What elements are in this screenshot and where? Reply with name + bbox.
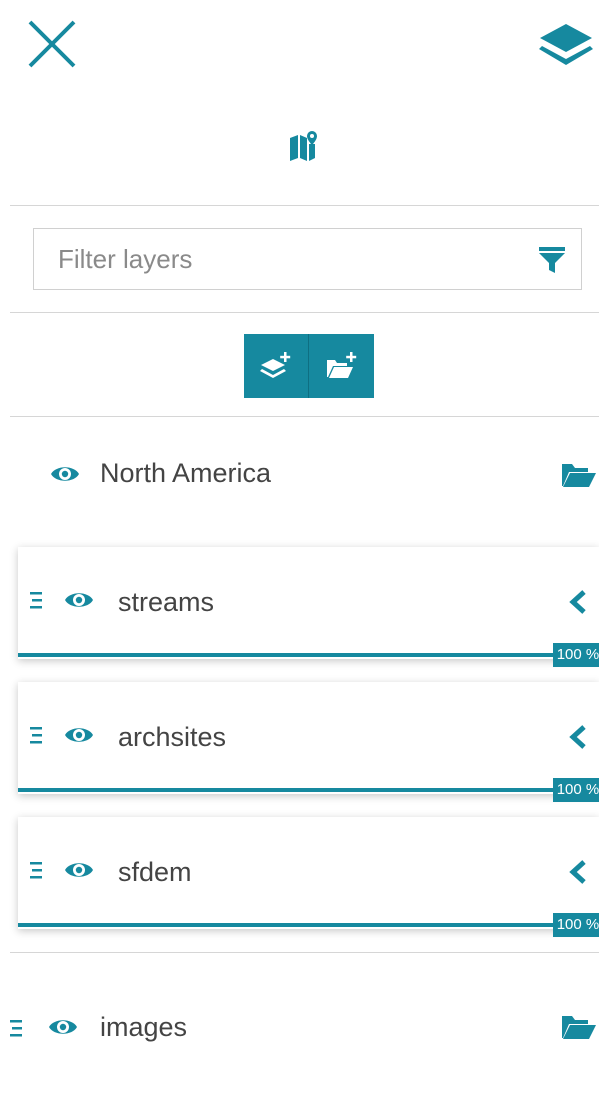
drag-handle-icon[interactable] — [8, 1018, 24, 1038]
layer-label: sfdem — [118, 857, 192, 887]
layer-group-images[interactable]: images — [0, 998, 599, 1058]
group-label: images — [100, 1012, 188, 1042]
eye-icon[interactable] — [64, 859, 94, 881]
layer-item-sfdem[interactable]: sfdem 100 % — [18, 817, 599, 937]
divider — [10, 205, 599, 206]
add-layer-icon — [260, 352, 291, 378]
layer-label: archsites — [118, 722, 227, 752]
opacity-value: 100 % — [553, 913, 599, 937]
close-icon — [28, 20, 76, 68]
chevron-left-icon[interactable] — [566, 589, 590, 615]
chevron-left-icon[interactable] — [566, 724, 590, 750]
opacity-slider[interactable] — [18, 923, 599, 927]
layer-group-north-america[interactable]: North America — [0, 446, 599, 506]
folder-open-icon[interactable] — [560, 1012, 596, 1042]
eye-icon[interactable] — [48, 1016, 78, 1038]
group-label: North America — [100, 458, 272, 488]
map-marker-icon — [288, 130, 320, 162]
divider — [10, 312, 599, 313]
layer-label: streams — [118, 587, 215, 617]
chevron-left-icon[interactable] — [566, 859, 590, 885]
opacity-value: 100 % — [553, 778, 599, 802]
close-button[interactable] — [24, 18, 80, 74]
filter-layers-input[interactable] — [34, 229, 514, 289]
eye-icon[interactable] — [50, 463, 80, 485]
filter-layers-box — [33, 228, 582, 290]
layer-item-streams[interactable]: streams 100 % — [18, 547, 599, 667]
divider — [10, 952, 599, 953]
folder-open-icon[interactable] — [560, 460, 596, 490]
opacity-slider[interactable] — [18, 653, 599, 657]
opacity-slider[interactable] — [18, 788, 599, 792]
add-folder-icon — [326, 352, 356, 378]
add-buttons-group — [244, 334, 374, 398]
opacity-value: 100 % — [553, 643, 599, 667]
divider — [10, 416, 599, 417]
add-group-button[interactable] — [308, 334, 374, 398]
drag-handle-icon[interactable] — [28, 860, 44, 880]
funnel-icon[interactable] — [537, 245, 567, 275]
layers-button[interactable] — [538, 22, 594, 68]
drag-handle-icon[interactable] — [28, 590, 44, 610]
eye-icon[interactable] — [64, 724, 94, 746]
eye-icon[interactable] — [64, 589, 94, 611]
add-layer-button[interactable] — [244, 334, 308, 398]
drag-handle-icon[interactable] — [28, 725, 44, 745]
layer-item-archsites[interactable]: archsites 100 % — [18, 682, 599, 802]
layers-icon — [539, 24, 593, 65]
